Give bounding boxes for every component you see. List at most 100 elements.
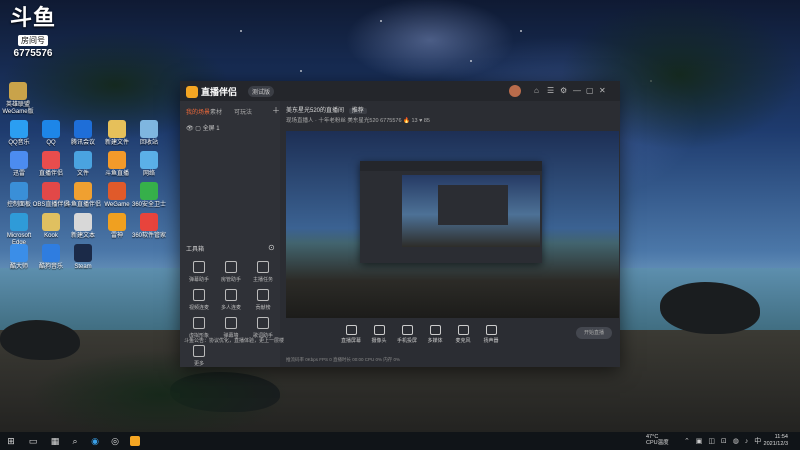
tool-icon [193,289,205,301]
temperature-label: CPU温度 [646,440,669,446]
clock[interactable]: 11:54 2021/12/3 [752,434,788,448]
title-bar: 直播伴侣 测试版 ⌂ ☰ ⚙ — ▢ ✕ [180,81,620,101]
app-icon [10,244,28,262]
tool-label: 多人连麦 [220,305,241,311]
app-icon [108,120,126,138]
desktop-icon[interactable]: 回收站 [130,120,168,147]
desktop-icon-label: 英雄联盟 WeGame版 [2,102,34,115]
version-badge[interactable]: 测试版 [248,86,275,97]
edge-icon[interactable]: ◉ [90,436,100,446]
tool-label: 主播任务 [252,277,273,283]
source-icon [457,325,469,335]
app-icon [42,244,60,262]
notice-bar: 斗鱼公告：协议优化，直播体验，更上一层楼 [180,337,624,347]
desktop-icon-label: 斗鱼直播伴侣 [64,202,101,208]
app-icon [9,82,27,100]
add-scene-icon[interactable]: ＋ [272,105,280,116]
app-icon [140,213,158,231]
app-icon [42,151,60,169]
app-icon [74,213,92,231]
desktop-icon[interactable]: 新建文本 [64,213,102,240]
clock-time: 11:54 [774,434,788,440]
desktop-icon[interactable]: 网络 [130,151,168,178]
minimize-icon[interactable]: — [573,86,581,95]
tab-0[interactable]: 我的场景 [186,107,210,116]
close-icon[interactable]: ✕ [599,86,606,95]
desktop-icon-label: 网络 [142,171,155,177]
tool-item[interactable]: 贡献榜 [248,289,278,311]
app-icon [74,120,92,138]
tool-item[interactable]: 弹幕助手 [184,261,214,283]
app-icon [140,120,158,138]
app-icon [10,213,28,231]
desktop-icon-label: 文件 [76,171,89,177]
home-icon[interactable]: ⌂ [534,86,539,95]
source-icon [485,325,497,335]
app-icon [10,120,28,138]
room-tag[interactable]: 推荐 [348,108,367,114]
search-icon[interactable]: ⌕ [70,436,80,446]
desktop-icon[interactable]: 斗鱼直播伴侣 [64,182,102,209]
tab-2[interactable]: 可玩法 [234,107,252,116]
app-icon [10,182,28,200]
desktop-icon[interactable]: 360安全卫士 [130,182,168,209]
tool-item[interactable]: 弹幕墙 [216,317,246,339]
app-logo: 直播伴侣 [186,85,237,98]
tool-item[interactable]: 更多 [184,345,214,367]
desktop-icon[interactable]: 360软件管家 [130,213,168,240]
live-companion-window: 直播伴侣 测试版 ⌂ ☰ ⚙ — ▢ ✕ 我的场景 素材 可玩法 ＋ 👁 ▢ 全屏 1 工具箱… [180,81,620,367]
tab-1[interactable]: 素材 [210,107,222,116]
tool-label: 贡献榜 [255,305,271,311]
nested-preview-window [360,161,542,263]
app-icon [42,182,60,200]
tool-icon [193,261,205,273]
tool-item[interactable]: 视频连麦 [184,289,214,311]
douyu-watermark: 斗鱼 房间号 6775576 [10,6,56,60]
avatar[interactable] [509,85,521,97]
cpu-temperature[interactable]: 47°C CPU温度 [646,434,669,446]
desktop-icon[interactable]: 腾讯会议 [64,120,102,147]
room-title: 美东星光520的直播间 [286,108,345,114]
room-label: 房间号 [18,35,48,46]
more-tools-icon[interactable]: ⊙ [268,243,275,252]
tool-item[interactable]: 多人连麦 [216,289,246,311]
windows-start-icon[interactable]: ⊞ [6,436,16,446]
live-companion-taskbar-icon[interactable] [130,436,140,446]
scene-item[interactable]: 👁 ▢ 全屏 1 [186,123,220,132]
app-icon [108,182,126,200]
nested-preview-window [438,185,508,225]
app-icon [108,151,126,169]
desktop-icon-label: 360安全卫士 [131,202,166,208]
steam-icon[interactable]: ◎ [110,436,120,446]
source-icon [401,325,413,335]
desktop-icon[interactable]: 英雄联盟 WeGame版 [0,82,37,116]
tool-item[interactable]: 主播任务 [248,261,278,283]
clock-date: 2021/12/3 [763,441,788,447]
scene-item-label: 全屏 1 [202,126,220,132]
room-number: 6775576 [13,48,53,59]
task-view-icon[interactable]: ▭ [28,436,38,446]
app-icon [74,151,92,169]
tool-item[interactable]: 虚拟形象 [184,317,214,339]
desktop-icon[interactable]: 文件 [64,151,102,178]
maximize-icon[interactable]: ▢ [586,86,594,95]
desktop-icon[interactable]: Steam [64,244,102,271]
nested-preview [402,175,540,247]
tool-label: 更多 [193,361,204,367]
app-icon [74,182,92,200]
app-icon [74,244,92,262]
source-icon [429,325,441,335]
stream-preview[interactable] [286,131,619,318]
tool-icon [225,289,237,301]
app-icon [140,182,158,200]
menu-icon[interactable]: ☰ [547,86,554,95]
tool-item[interactable]: 歌词助手 [248,317,278,339]
tool-label: 视频连麦 [188,305,209,311]
widgets-icon[interactable]: ▦ [50,436,60,446]
app-icon [108,213,126,231]
tool-label: 房管助手 [220,277,241,283]
desktop-icon-label: 新建文本 [70,233,95,239]
tool-item[interactable]: 房管助手 [216,261,246,283]
settings-icon[interactable]: ⚙ [560,86,567,95]
source-icon [373,325,385,335]
